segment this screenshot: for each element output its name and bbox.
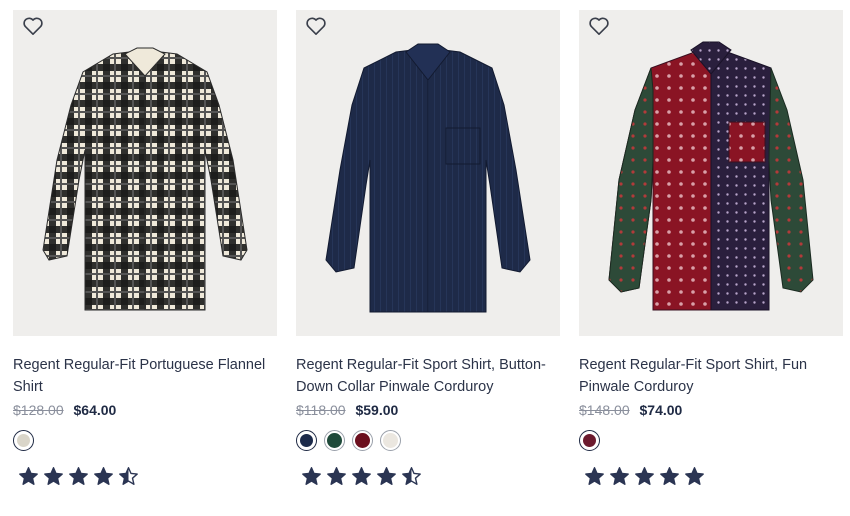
star-full-icon bbox=[94, 467, 113, 485]
swatch-color bbox=[355, 433, 370, 448]
price-block: $148.00 $74.00 bbox=[579, 402, 682, 418]
star-full-icon bbox=[585, 467, 604, 485]
price-block: $128.00 $64.00 bbox=[13, 402, 116, 418]
color-swatch[interactable] bbox=[324, 430, 345, 451]
star-full-icon bbox=[302, 467, 321, 485]
swatch-color bbox=[17, 434, 30, 447]
star-half-icon bbox=[119, 467, 138, 485]
color-swatch[interactable] bbox=[579, 430, 600, 451]
color-swatch[interactable] bbox=[296, 430, 317, 451]
price-block: $118.00 $59.00 bbox=[296, 402, 398, 418]
color-swatch[interactable] bbox=[380, 430, 401, 451]
shirt-image bbox=[325, 43, 531, 313]
star-full-icon bbox=[610, 467, 629, 485]
original-price: $128.00 bbox=[13, 402, 64, 418]
swatch-color bbox=[327, 433, 342, 448]
sale-price: $74.00 bbox=[639, 402, 683, 418]
color-swatch[interactable] bbox=[352, 430, 373, 451]
original-price: $148.00 bbox=[579, 402, 630, 418]
heart-icon[interactable] bbox=[22, 16, 44, 36]
original-price: $118.00 bbox=[296, 402, 346, 418]
sale-price: $59.00 bbox=[355, 402, 399, 418]
swatch-color bbox=[583, 434, 596, 447]
heart-icon[interactable] bbox=[305, 16, 327, 36]
star-full-icon bbox=[635, 467, 654, 485]
product-image[interactable] bbox=[13, 10, 277, 336]
product-image[interactable] bbox=[296, 10, 560, 336]
star-full-icon bbox=[660, 467, 679, 485]
star-full-icon bbox=[685, 467, 704, 485]
product-card[interactable]: Regent Regular-Fit Portuguese Flannel Sh… bbox=[13, 10, 277, 485]
star-full-icon bbox=[377, 467, 396, 485]
star-full-icon bbox=[69, 467, 88, 485]
color-swatch[interactable] bbox=[13, 430, 34, 451]
heart-icon[interactable] bbox=[588, 16, 610, 36]
star-full-icon bbox=[44, 467, 63, 485]
product-title[interactable]: Regent Regular-Fit Sport Shirt, Button-D… bbox=[296, 355, 566, 398]
product-card[interactable]: Regent Regular-Fit Sport Shirt, Fun Pinw… bbox=[579, 10, 843, 485]
star-full-icon bbox=[352, 467, 371, 485]
star-full-icon bbox=[19, 467, 38, 485]
shirt-image bbox=[42, 47, 248, 311]
product-title[interactable]: Regent Regular-Fit Sport Shirt, Fun Pinw… bbox=[579, 355, 849, 398]
product-image[interactable] bbox=[579, 10, 843, 336]
shirt-image bbox=[608, 41, 814, 311]
star-full-icon bbox=[327, 467, 346, 485]
product-title[interactable]: Regent Regular-Fit Portuguese Flannel Sh… bbox=[13, 355, 283, 398]
star-half-icon bbox=[402, 467, 421, 485]
swatch-color bbox=[383, 433, 398, 448]
swatch-color bbox=[300, 434, 313, 447]
sale-price: $64.00 bbox=[73, 402, 117, 418]
product-card[interactable]: Regent Regular-Fit Sport Shirt, Button-D… bbox=[296, 10, 560, 485]
